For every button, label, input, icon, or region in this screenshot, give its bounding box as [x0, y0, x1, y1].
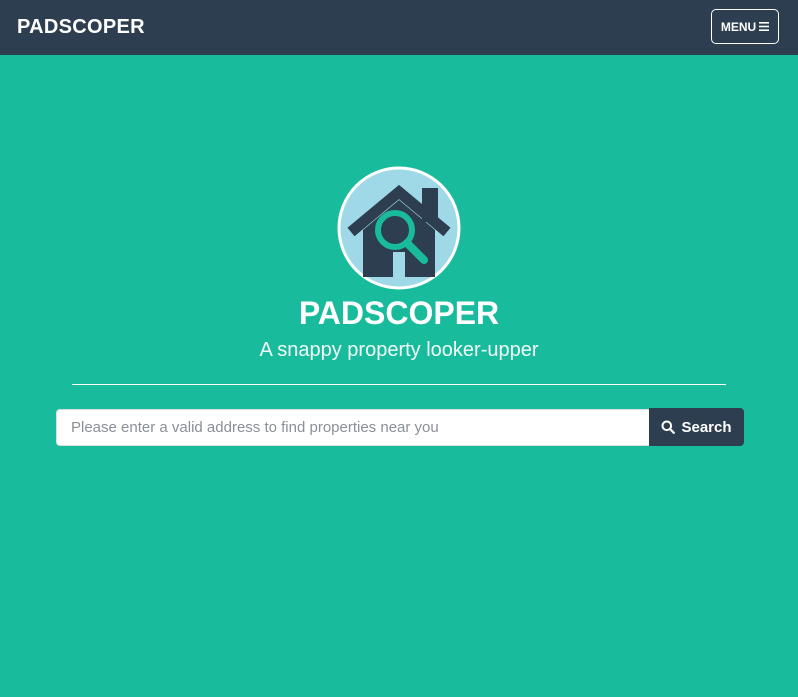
tagline: A snappy property looker-upper [259, 339, 539, 361]
menu-button[interactable]: MENU [711, 9, 779, 44]
divider [72, 384, 726, 385]
hamburger-icon [759, 22, 770, 31]
search-icon [661, 420, 676, 434]
address-search-input[interactable] [56, 409, 650, 446]
brand-link[interactable]: PADSCOPER [17, 15, 145, 39]
page-title: PADSCOPER [298, 295, 500, 331]
house-magnifier-logo [337, 166, 461, 290]
search-button[interactable]: Search [649, 408, 744, 446]
menu-button-label: MENU [720, 19, 757, 34]
search-button-label: Search [681, 418, 732, 436]
navbar: PADSCOPER MENU [0, 0, 798, 55]
